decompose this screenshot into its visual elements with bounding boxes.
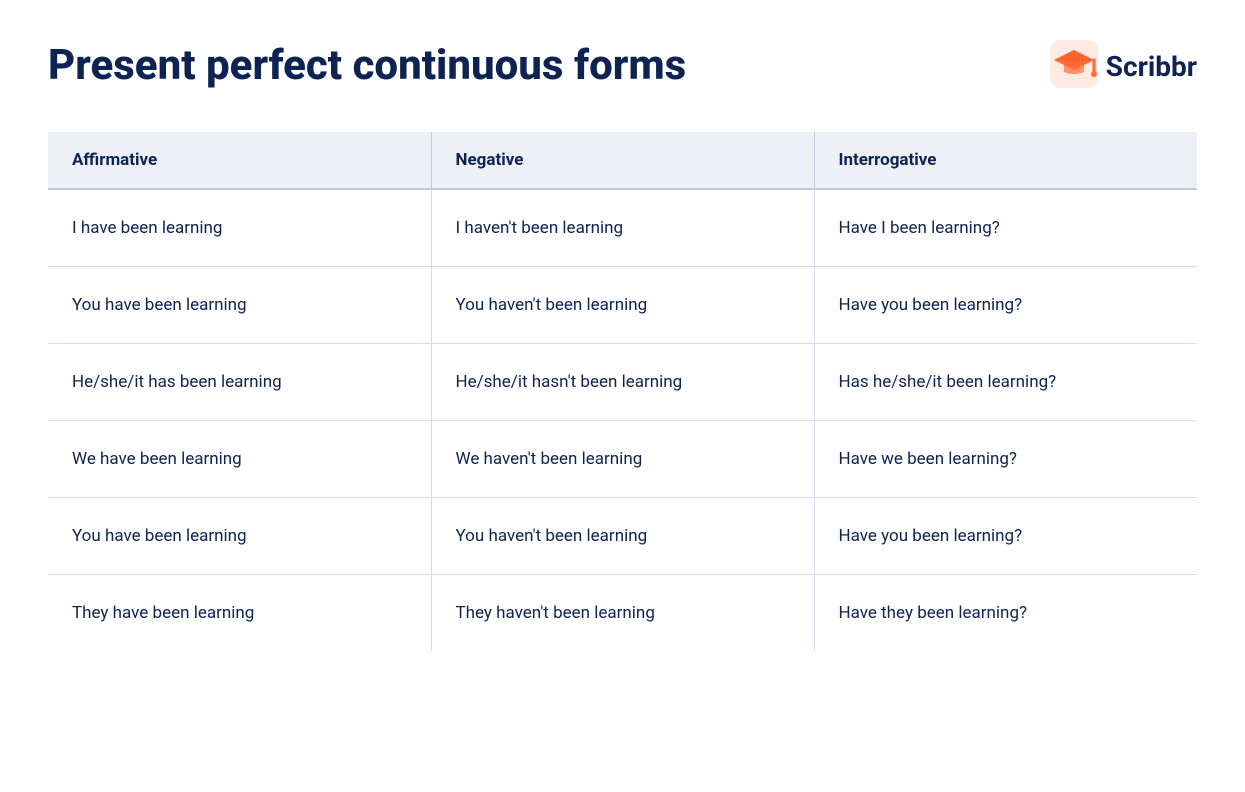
table-row: You have been learningYou haven't been l… bbox=[48, 498, 1197, 575]
scribbr-logo-icon bbox=[1050, 40, 1098, 92]
cell-interrogative-5: Have they been learning? bbox=[814, 575, 1197, 652]
table-row: They have been learningThey haven't been… bbox=[48, 575, 1197, 652]
grammar-table-container: Affirmative Negative Interrogative I hav… bbox=[48, 132, 1197, 651]
cell-interrogative-4: Have you been learning? bbox=[814, 498, 1197, 575]
cell-interrogative-1: Have you been learning? bbox=[814, 267, 1197, 344]
cell-affirmative-3: We have been learning bbox=[48, 421, 431, 498]
grammar-table: Affirmative Negative Interrogative I hav… bbox=[48, 132, 1197, 651]
cell-affirmative-1: You have been learning bbox=[48, 267, 431, 344]
cell-interrogative-3: Have we been learning? bbox=[814, 421, 1197, 498]
cell-negative-0: I haven't been learning bbox=[431, 189, 814, 267]
scribbr-logo-text: Scribbr bbox=[1106, 50, 1197, 83]
cell-affirmative-0: I have been learning bbox=[48, 189, 431, 267]
cell-interrogative-0: Have I been learning? bbox=[814, 189, 1197, 267]
col-header-negative: Negative bbox=[431, 132, 814, 189]
col-header-interrogative: Interrogative bbox=[814, 132, 1197, 189]
cell-affirmative-5: They have been learning bbox=[48, 575, 431, 652]
cell-negative-3: We haven't been learning bbox=[431, 421, 814, 498]
cell-affirmative-4: You have been learning bbox=[48, 498, 431, 575]
table-row: You have been learningYou haven't been l… bbox=[48, 267, 1197, 344]
page-header: Present perfect continuous forms Scribbr bbox=[48, 40, 1197, 92]
cell-affirmative-2: He/she/it has been learning bbox=[48, 344, 431, 421]
cell-interrogative-2: Has he/she/it been learning? bbox=[814, 344, 1197, 421]
table-row: We have been learningWe haven't been lea… bbox=[48, 421, 1197, 498]
table-row: I have been learningI haven't been learn… bbox=[48, 189, 1197, 267]
cell-negative-5: They haven't been learning bbox=[431, 575, 814, 652]
table-row: He/she/it has been learningHe/she/it has… bbox=[48, 344, 1197, 421]
logo: Scribbr bbox=[1050, 40, 1197, 92]
table-header-row: Affirmative Negative Interrogative bbox=[48, 132, 1197, 189]
cell-negative-2: He/she/it hasn't been learning bbox=[431, 344, 814, 421]
page-title: Present perfect continuous forms bbox=[48, 43, 686, 89]
cell-negative-1: You haven't been learning bbox=[431, 267, 814, 344]
cell-negative-4: You haven't been learning bbox=[431, 498, 814, 575]
col-header-affirmative: Affirmative bbox=[48, 132, 431, 189]
